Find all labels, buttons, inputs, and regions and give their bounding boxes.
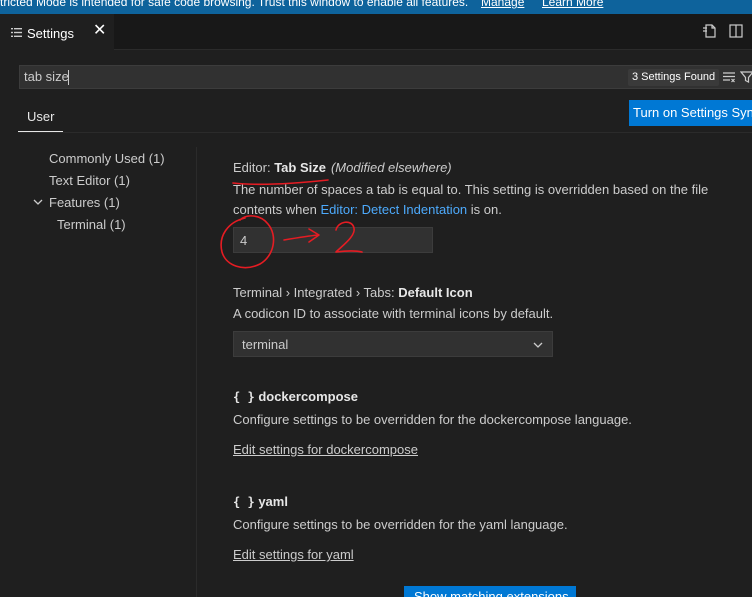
dockercompose-name: dockercompose (258, 389, 359, 404)
edit-yaml-settings-link[interactable]: Edit settings for yaml (233, 547, 354, 562)
yaml-description: Configure settings to be overridden for … (233, 517, 568, 532)
split-editor-icon[interactable] (728, 23, 744, 39)
tab-size-description: The number of spaces a tab is equal to. … (233, 180, 733, 219)
open-settings-json-icon[interactable] (702, 23, 718, 39)
tab-user-settings[interactable]: User (18, 101, 64, 132)
default-icon-category: Terminal › Integrated › Tabs: (233, 285, 399, 300)
banner-message: tricted Mode is intended for safe code b… (0, 0, 469, 9)
default-icon-description: A codicon ID to associate with terminal … (233, 306, 554, 321)
tab-size-category: Editor: (233, 160, 275, 175)
restricted-mode-banner: tricted Mode is intended for safe code b… (0, 0, 752, 14)
filter-icon[interactable] (740, 70, 752, 84)
edit-dockercompose-settings-link[interactable]: Edit settings for dockercompose (233, 442, 418, 457)
language-braces: { } (233, 390, 255, 404)
yaml-setting-title: { } yaml (233, 494, 288, 509)
settings-tab[interactable]: Settings ✕ (0, 14, 114, 51)
tab-size-input[interactable]: 4 (233, 227, 433, 253)
chevron-down-icon (533, 342, 543, 348)
editor-tab-bar: Settings ✕ (0, 14, 752, 51)
default-icon-name: Default Icon (398, 285, 473, 300)
settings-tab-label: Settings (27, 26, 74, 41)
toc-item-text-editor[interactable]: Text Editor (1) (49, 173, 130, 188)
show-matching-extensions-button[interactable]: Show matching extensions (404, 586, 576, 597)
toc-item-commonly-used[interactable]: Commonly Used (1) (49, 151, 165, 166)
language-braces: { } (233, 495, 255, 509)
banner-manage-link[interactable]: Manage (481, 0, 524, 8)
search-value: tab size (24, 69, 69, 84)
dockercompose-description: Configure settings to be overridden for … (233, 412, 632, 427)
default-icon-select[interactable]: terminal (233, 331, 553, 357)
tab-size-setting-title: Editor: Tab Size (Modified elsewhere) (233, 160, 452, 175)
default-icon-value: terminal (242, 337, 289, 352)
tab-size-desc-suffix: is on. (467, 201, 502, 217)
turn-on-settings-sync-button[interactable]: Turn on Settings Sync (629, 100, 752, 126)
clear-filter-icon[interactable] (722, 70, 736, 84)
banner-learn-more-link[interactable]: Learn More (542, 0, 603, 8)
toc-item-features[interactable]: Features (1) (49, 195, 120, 210)
settings-search-input[interactable]: tab size 3 Settings Found (19, 65, 752, 89)
toc-item-terminal[interactable]: Terminal (1) (57, 217, 126, 232)
modified-elsewhere-label[interactable]: (Modified elsewhere) (331, 160, 452, 175)
chevron-down-icon[interactable] (32, 196, 44, 208)
toc-divider (196, 147, 197, 597)
yaml-name: yaml (258, 494, 288, 509)
text-cursor (68, 70, 69, 85)
dockercompose-setting-title: { } dockercompose (233, 389, 358, 404)
tab-size-name: Tab Size (274, 160, 326, 175)
settings-list-icon (11, 28, 22, 37)
close-icon[interactable]: ✕ (93, 23, 106, 39)
results-count-badge: 3 Settings Found (628, 69, 720, 86)
default-icon-setting-title: Terminal › Integrated › Tabs: Default Ic… (233, 285, 473, 300)
detect-indentation-link[interactable]: Editor: Detect Indentation (320, 202, 467, 217)
